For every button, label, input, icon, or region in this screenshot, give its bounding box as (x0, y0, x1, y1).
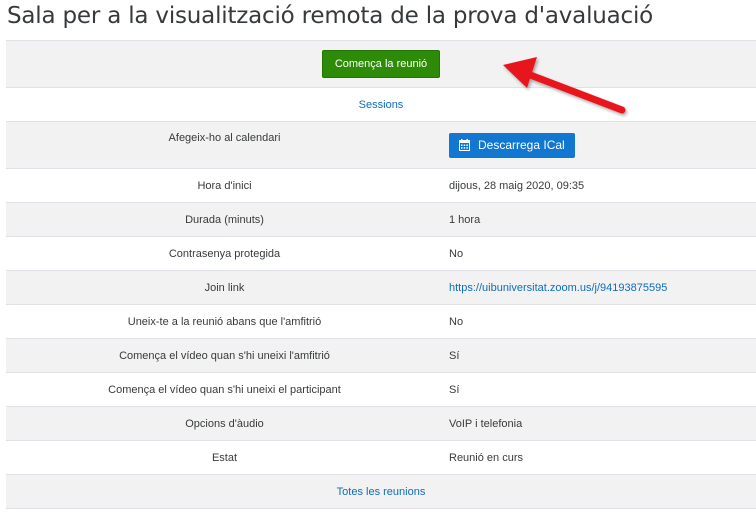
detail-label: Join link (204, 281, 245, 294)
page-title: Sala per a la visualització remota de la… (7, 3, 654, 29)
detail-row-status: Estat Reunió en curs (6, 441, 756, 475)
detail-value: 1 hora (449, 213, 481, 226)
detail-value: Sí (449, 383, 460, 396)
download-ical-label: Descarrega ICal (478, 138, 565, 152)
detail-label: Contrasenya protegida (168, 247, 281, 260)
detail-value: dijous, 28 maig 2020, 09:35 (449, 179, 585, 192)
detail-label: Estat (211, 451, 238, 464)
sessions-row: Sessions (6, 88, 756, 122)
detail-row-join-link: Join link https://uibuniversitat.zoom.us… (6, 271, 756, 305)
detail-value: VoIP i telefonia (449, 417, 523, 430)
detail-value: Sí (449, 349, 460, 362)
calendar-icon (459, 139, 470, 151)
detail-label: Hora d'inici (197, 179, 252, 192)
download-ical-button[interactable]: Descarrega ICal (449, 132, 575, 158)
join-link[interactable]: https://uibuniversitat.zoom.us/j/9419387… (449, 282, 667, 294)
sessions-link[interactable]: Sessions (359, 99, 404, 111)
detail-value: https://uibuniversitat.zoom.us/j/9419387… (443, 282, 756, 294)
detail-row-participant-video: Comença el vídeo quan s'hi uneixi el par… (6, 373, 756, 407)
start-meeting-button[interactable]: Comença la reunió (321, 50, 441, 78)
detail-value: No (449, 247, 464, 260)
calendar-value: Descarrega ICal (443, 132, 756, 158)
detail-label: Opcions d'àudio (185, 417, 264, 430)
detail-row-password: Contrasenya protegida No (6, 237, 756, 271)
detail-row-host-video: Comença el vídeo quan s'hi uneixi l'amfi… (6, 339, 756, 373)
detail-row-audio: Opcions d'àudio VoIP i telefonia (6, 407, 756, 441)
all-meetings-link[interactable]: Totes les reunions (337, 486, 426, 498)
detail-value: Reunió en curs (449, 451, 523, 464)
detail-label: Uneix-te a la reunió abans que l'amfitri… (127, 315, 322, 328)
calendar-row: Afegeix-ho al calendari Descarrega ICal (6, 122, 756, 169)
detail-label: Durada (minuts) (185, 213, 264, 226)
detail-row-start-time: Hora d'inici dijous, 28 maig 2020, 09:35 (6, 169, 756, 203)
start-meeting-row: Comença la reunió (6, 41, 756, 88)
meeting-details-table: Comença la reunió Sessions Afegeix-ho al… (6, 40, 756, 509)
detail-label: Comença el vídeo quan s'hi uneixi el par… (108, 383, 341, 396)
detail-row-join-before-host: Uneix-te a la reunió abans que l'amfitri… (6, 305, 756, 339)
detail-row-duration: Durada (minuts) 1 hora (6, 203, 756, 237)
detail-value: No (449, 315, 464, 328)
detail-label: Comença el vídeo quan s'hi uneixi l'amfi… (119, 349, 330, 362)
calendar-label: Afegeix-ho al calendari (168, 132, 281, 144)
all-meetings-row: Totes les reunions (6, 475, 756, 509)
